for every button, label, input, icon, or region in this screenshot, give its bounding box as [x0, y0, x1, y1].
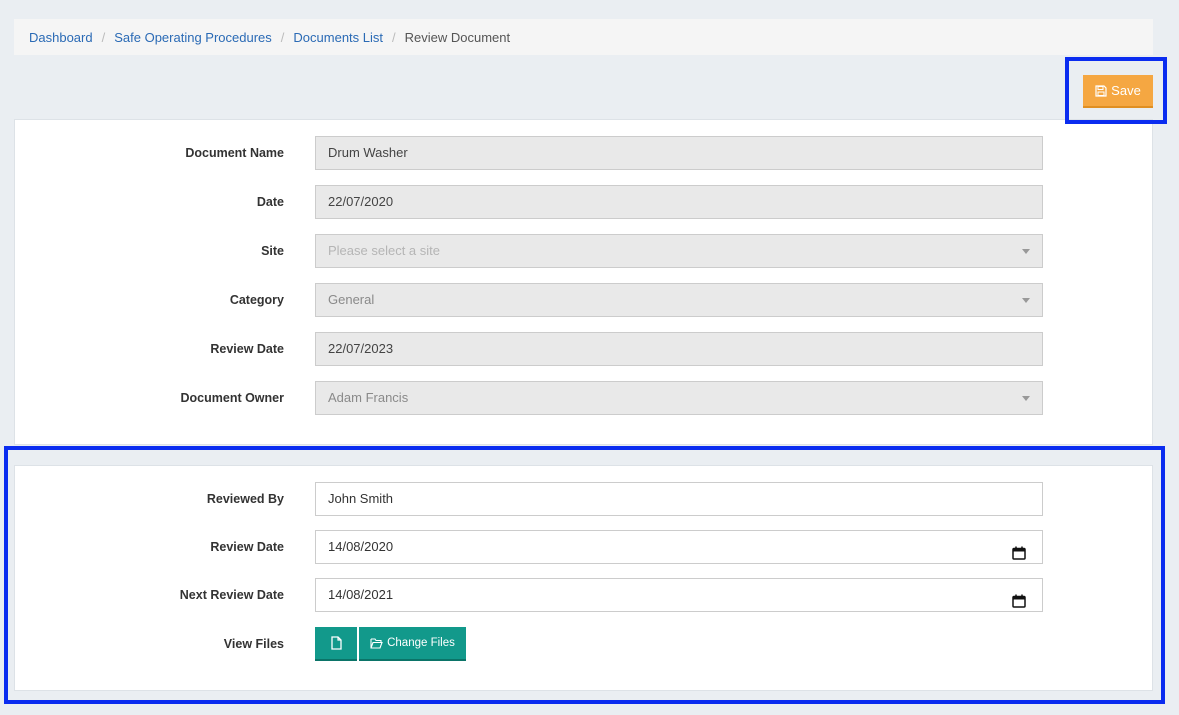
- caret-down-icon: [1022, 396, 1030, 401]
- date-field: 22/07/2020: [315, 185, 1043, 219]
- breadcrumb-separator: /: [280, 29, 285, 45]
- review-highlight-box: [4, 446, 1165, 704]
- breadcrumb-separator: /: [101, 29, 106, 45]
- site-select-placeholder: Please select a site: [328, 243, 441, 258]
- site-row: Site Please select a site: [15, 234, 1152, 268]
- document-owner-value: Adam Francis: [328, 390, 409, 405]
- breadcrumb: Dashboard / Safe Operating Procedures / …: [14, 19, 1153, 55]
- caret-down-icon: [1022, 298, 1030, 303]
- review-date-field: 22/07/2023: [315, 332, 1043, 366]
- document-name-field: Drum Washer: [315, 136, 1043, 170]
- document-owner-select: Adam Francis: [315, 381, 1043, 415]
- breadcrumb-documents-list[interactable]: Documents List: [293, 30, 383, 45]
- caret-down-icon: [1022, 249, 1030, 254]
- breadcrumb-safe-operating-procedures[interactable]: Safe Operating Procedures: [114, 30, 272, 45]
- site-label: Site: [261, 244, 284, 258]
- category-label: Category: [229, 293, 284, 307]
- save-highlight-box: [1065, 57, 1167, 124]
- document-name-row: Document Name Drum Washer: [15, 136, 1152, 170]
- category-select-value: General: [328, 292, 375, 307]
- document-owner-row: Document Owner Adam Francis: [15, 381, 1152, 415]
- breadcrumb-dashboard[interactable]: Dashboard: [29, 30, 93, 45]
- review-date-label: Review Date: [210, 342, 284, 356]
- category-select: General: [315, 283, 1043, 317]
- document-name-label: Document Name: [185, 146, 284, 160]
- site-select: Please select a site: [315, 234, 1043, 268]
- category-row: Category General: [15, 283, 1152, 317]
- document-details-panel: Document Name Drum Washer Date 22/07/202…: [14, 119, 1153, 445]
- date-row: Date 22/07/2020: [15, 185, 1152, 219]
- breadcrumb-current: Review Document: [404, 29, 511, 45]
- document-owner-label: Document Owner: [180, 391, 285, 405]
- review-date-row: Review Date 22/07/2023: [15, 332, 1152, 366]
- date-label: Date: [256, 195, 284, 209]
- breadcrumb-separator: /: [392, 29, 396, 45]
